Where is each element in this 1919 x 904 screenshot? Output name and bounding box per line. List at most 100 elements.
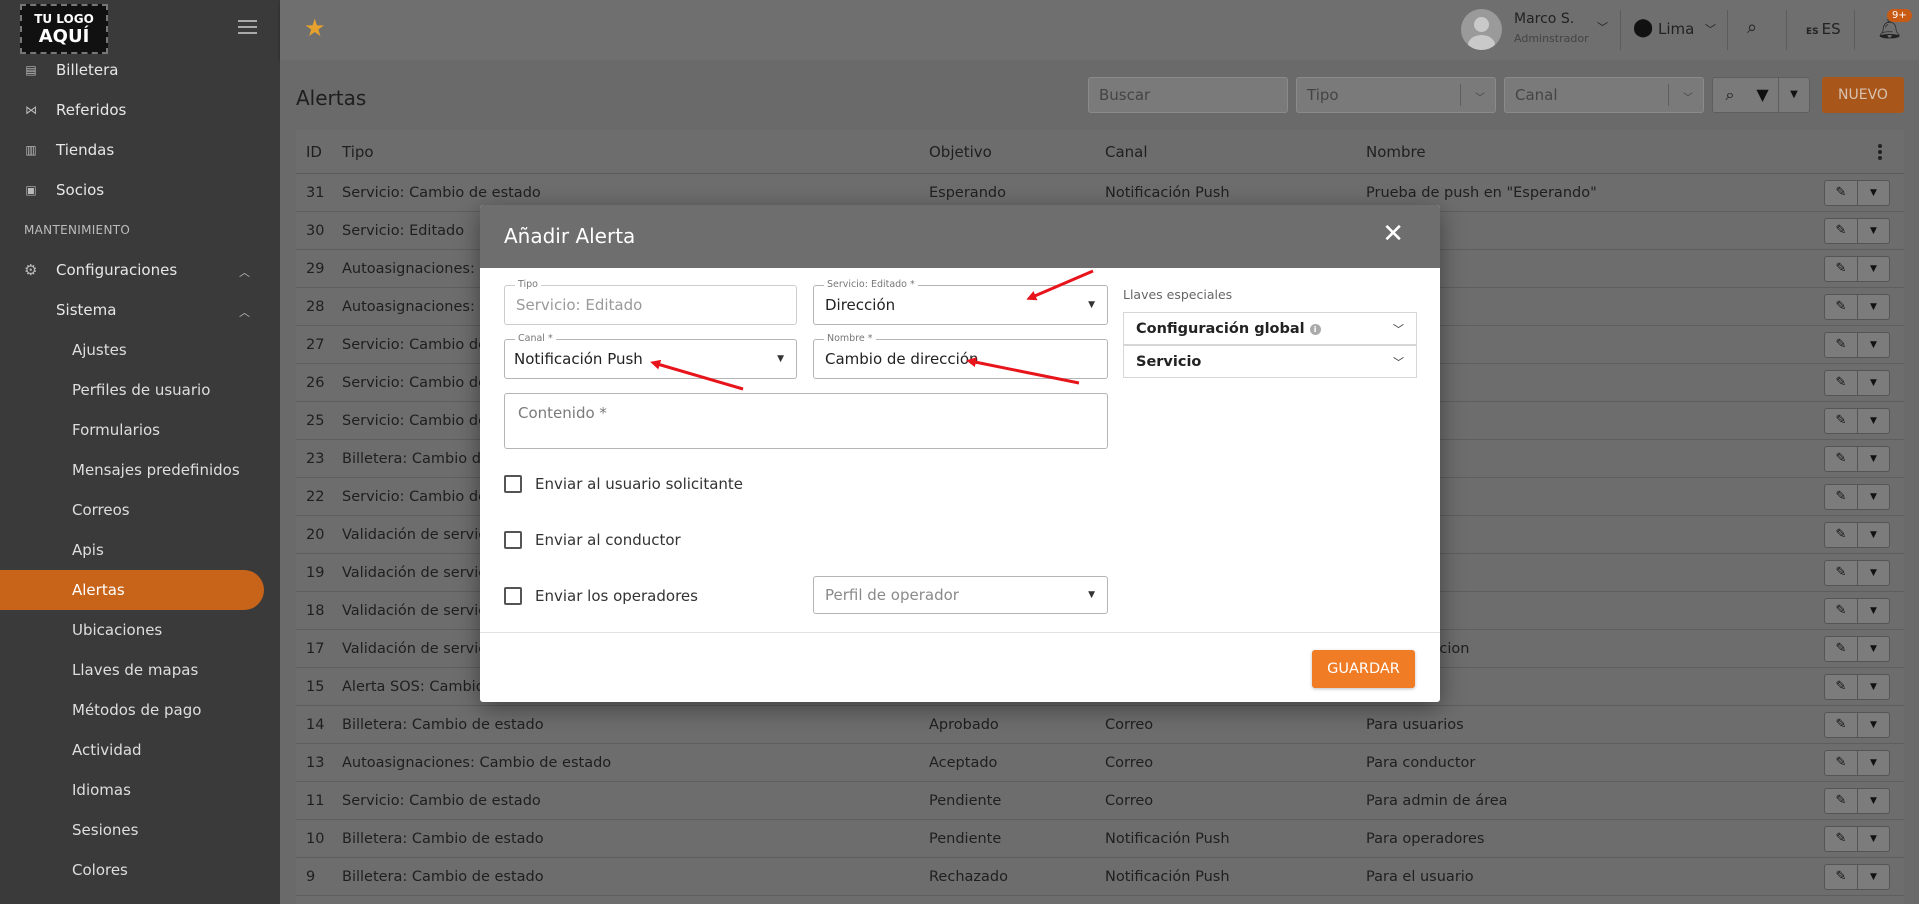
- row-menu-dropdown-icon[interactable]: ▼: [1857, 485, 1889, 509]
- table-row[interactable]: 14 Billetera: Cambio de estado Aprobado Cor…: [296, 706, 1904, 744]
- col-nombre[interactable]: Nombre: [1366, 143, 1806, 161]
- checkbox-usuario[interactable]: Enviar al usuario solicitante: [504, 475, 743, 493]
- col-tipo[interactable]: Tipo: [342, 143, 929, 161]
- sidebar-item-sesiones[interactable]: Sesiones: [0, 810, 280, 850]
- new-button[interactable]: NUEVO: [1822, 77, 1904, 113]
- checkbox-operadores[interactable]: Enviar los operadores: [504, 587, 698, 605]
- accordion-configuracion-global[interactable]: Configuración global i ﹀: [1123, 312, 1417, 345]
- table-row[interactable]: 10 Billetera: Cambio de estado Pendiente No…: [296, 820, 1904, 858]
- save-button[interactable]: GUARDAR: [1312, 650, 1415, 688]
- sidebar-item-apis[interactable]: Apis: [0, 530, 280, 570]
- edit-icon[interactable]: ✎: [1825, 409, 1857, 433]
- row-menu-dropdown-icon[interactable]: ▼: [1857, 675, 1889, 699]
- location-selector[interactable]: Lima: [1658, 20, 1694, 38]
- checkbox-box[interactable]: [504, 531, 522, 549]
- sidebar-item-actividad[interactable]: Actividad: [0, 730, 280, 770]
- nombre-input[interactable]: Nombre * Cambio de dirección: [813, 333, 1108, 379]
- edit-icon[interactable]: ✎: [1825, 675, 1857, 699]
- language-selector[interactable]: ES ES: [1806, 20, 1841, 38]
- star-icon[interactable]: ★: [304, 14, 326, 42]
- sidebar-item-socios[interactable]: ▣ Socios: [0, 170, 280, 210]
- user-name[interactable]: Marco S.: [1514, 11, 1574, 27]
- edit-icon[interactable]: ✎: [1825, 485, 1857, 509]
- logo[interactable]: TU LOGO AQUÍ: [20, 4, 108, 54]
- sidebar-item-perfiles[interactable]: Perfiles de usuario: [0, 370, 280, 410]
- canal-select[interactable]: Canal * Notificación Push ▼: [504, 333, 797, 379]
- edit-icon[interactable]: ✎: [1825, 371, 1857, 395]
- info-icon[interactable]: i: [1309, 323, 1321, 335]
- objetivo-select[interactable]: Servicio: Editado * Dirección ▼: [813, 279, 1108, 325]
- edit-icon[interactable]: ✎: [1825, 637, 1857, 661]
- row-menu-dropdown-icon[interactable]: ▼: [1857, 523, 1889, 547]
- col-canal[interactable]: Canal: [1105, 143, 1366, 161]
- row-menu-dropdown-icon[interactable]: ▼: [1857, 599, 1889, 623]
- edit-icon[interactable]: ✎: [1825, 789, 1857, 813]
- checkbox-box[interactable]: [504, 587, 522, 605]
- edit-icon[interactable]: ✎: [1825, 561, 1857, 585]
- sidebar-item-sistema[interactable]: Sistema ︿: [0, 290, 280, 330]
- row-menu-dropdown-icon[interactable]: ▼: [1857, 827, 1889, 851]
- edit-icon[interactable]: ✎: [1825, 523, 1857, 547]
- row-menu-dropdown-icon[interactable]: ▼: [1857, 561, 1889, 585]
- row-menu-dropdown-icon[interactable]: ▼: [1857, 713, 1889, 737]
- edit-icon[interactable]: ✎: [1825, 257, 1857, 281]
- sidebar-item-llaves-mapas[interactable]: Llaves de mapas: [0, 650, 280, 690]
- edit-icon[interactable]: ✎: [1825, 219, 1857, 243]
- sidebar-item-mensajes[interactable]: Mensajes predefinidos: [0, 450, 280, 490]
- row-menu-dropdown-icon[interactable]: ▼: [1857, 295, 1889, 319]
- sidebar-item-colores[interactable]: Colores: [0, 850, 280, 890]
- sidebar-item-ajustes[interactable]: Ajustes: [0, 330, 280, 370]
- tipo-select[interactable]: Tipo ﹀: [1296, 77, 1496, 113]
- menu-toggle-icon[interactable]: [238, 20, 257, 34]
- edit-icon[interactable]: ✎: [1825, 751, 1857, 775]
- sidebar-item-tiendas[interactable]: ▥ Tiendas: [0, 130, 280, 170]
- search-input[interactable]: Buscar: [1088, 77, 1288, 113]
- table-row[interactable]: 9 Billetera: Cambio de estado Rechazado Not…: [296, 858, 1904, 896]
- col-id[interactable]: ID: [296, 143, 342, 161]
- edit-icon[interactable]: ✎: [1825, 333, 1857, 357]
- row-menu-dropdown-icon[interactable]: ▼: [1857, 751, 1889, 775]
- chevron-down-icon[interactable]: ﹀: [1597, 19, 1608, 35]
- search-button[interactable]: ⌕: [1712, 77, 1748, 113]
- perfil-operador-select[interactable]: Perfil de operador ▼: [813, 576, 1108, 614]
- sidebar-item-formularios[interactable]: Formularios: [0, 410, 280, 450]
- edit-icon[interactable]: ✎: [1825, 181, 1857, 205]
- sidebar-item-correos[interactable]: Correos: [0, 490, 280, 530]
- sidebar-item-referidos[interactable]: ⋈ Referidos: [0, 90, 280, 130]
- row-menu-dropdown-icon[interactable]: ▼: [1857, 181, 1889, 205]
- edit-icon[interactable]: ✎: [1825, 599, 1857, 623]
- chevron-down-icon[interactable]: ﹀: [1705, 21, 1716, 37]
- sidebar-item-idiomas[interactable]: Idiomas: [0, 770, 280, 810]
- table-row[interactable]: 11 Servicio: Cambio de estado Pendiente Cor…: [296, 782, 1904, 820]
- row-menu-dropdown-icon[interactable]: ▼: [1857, 637, 1889, 661]
- sidebar-item-configuraciones[interactable]: ⚙ Configuraciones ︿: [0, 250, 280, 290]
- accordion-servicio[interactable]: Servicio ﹀: [1123, 345, 1417, 378]
- close-icon[interactable]: ✕: [1382, 219, 1404, 249]
- search-icon[interactable]: ⌕: [1747, 17, 1757, 38]
- filter-icon[interactable]: ▼: [1747, 77, 1779, 113]
- edit-icon[interactable]: ✎: [1825, 827, 1857, 851]
- row-menu-dropdown-icon[interactable]: ▼: [1857, 865, 1889, 889]
- row-menu-dropdown-icon[interactable]: ▼: [1857, 409, 1889, 433]
- edit-icon[interactable]: ✎: [1825, 713, 1857, 737]
- more-vert-icon[interactable]: [1878, 144, 1882, 160]
- row-menu-dropdown-icon[interactable]: ▼: [1857, 447, 1889, 471]
- contenido-textarea[interactable]: Contenido *: [504, 393, 1108, 449]
- row-menu-dropdown-icon[interactable]: ▼: [1857, 333, 1889, 357]
- sidebar-item-ubicaciones[interactable]: Ubicaciones: [0, 610, 280, 650]
- row-menu-dropdown-icon[interactable]: ▼: [1857, 219, 1889, 243]
- row-menu-dropdown-icon[interactable]: ▼: [1857, 789, 1889, 813]
- edit-icon[interactable]: ✎: [1825, 295, 1857, 319]
- table-row[interactable]: 13 Autoasignaciones: Cambio de estado Acep…: [296, 744, 1904, 782]
- sidebar-item-alertas[interactable]: Alertas: [0, 570, 264, 610]
- edit-icon[interactable]: ✎: [1825, 447, 1857, 471]
- canal-select[interactable]: Canal ﹀: [1504, 77, 1704, 113]
- row-menu-dropdown-icon[interactable]: ▼: [1857, 371, 1889, 395]
- checkbox-box[interactable]: [504, 475, 522, 493]
- sidebar-item-metodos-pago[interactable]: Métodos de pago: [0, 690, 280, 730]
- filter-dropdown-button[interactable]: ▼: [1778, 77, 1810, 113]
- sidebar-item-billetera[interactable]: ▤ Billetera: [0, 50, 280, 90]
- checkbox-conductor[interactable]: Enviar al conductor: [504, 531, 681, 549]
- row-menu-dropdown-icon[interactable]: ▼: [1857, 257, 1889, 281]
- col-objetivo[interactable]: Objetivo: [929, 143, 1105, 161]
